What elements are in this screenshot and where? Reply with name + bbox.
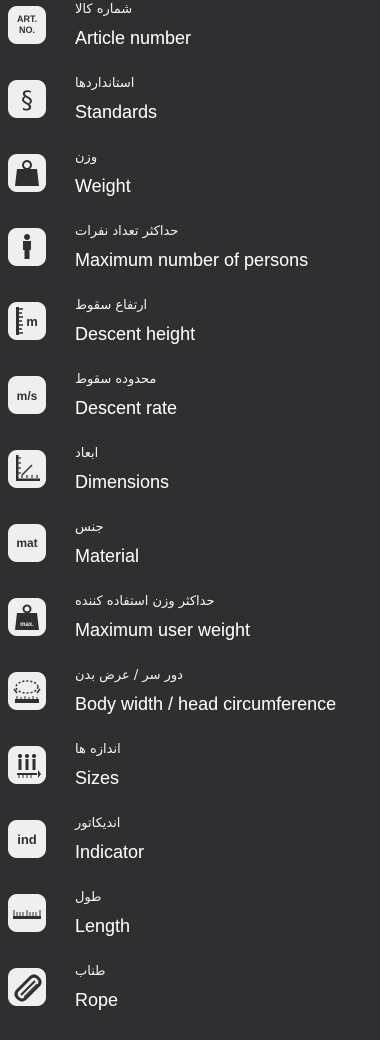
label-persian: اندیکاتور: [75, 816, 121, 831]
label-persian: حداکثر وزن استفاده کننده: [75, 594, 215, 609]
legend-item-weight: وزن Weight: [0, 148, 380, 222]
body-width-icon: [8, 672, 46, 710]
material-icon: mat: [8, 524, 46, 562]
label-persian: طناب: [75, 964, 106, 979]
label-persian: اندازه ها: [75, 742, 121, 757]
label-english: Length: [75, 916, 131, 936]
label-persian: ارتفاع سقوط: [75, 298, 148, 313]
label-persian: ابعاد: [75, 446, 99, 461]
label-english: Maximum user weight: [75, 620, 251, 640]
label-english: Indicator: [75, 842, 145, 862]
legend-item-article-number: ART. NO. شماره کالا Article number: [0, 0, 380, 74]
svg-text:NO.: NO.: [19, 25, 35, 35]
legend-item-material: mat جنس Material: [0, 518, 380, 592]
label-english: Maximum number of persons: [75, 250, 309, 270]
svg-text:ind: ind: [17, 832, 37, 847]
label-english: Body width / head circumference: [75, 694, 337, 714]
label-persian: حداکثر تعداد نفرات: [75, 224, 179, 239]
article-number-icon: ART. NO.: [8, 6, 46, 44]
label-persian: دور سر / عرض بدن: [75, 668, 183, 683]
sizes-icon: [8, 746, 46, 784]
legend-item-max-user-weight: max. حداکثر وزن استفاده کننده Maximum us…: [0, 592, 380, 666]
label-persian: طول: [75, 890, 102, 905]
label-english: Descent rate: [75, 398, 178, 418]
spec-legend-list: ART. NO. شماره کالا Article number § است…: [0, 0, 380, 1040]
label-persian: محدوده سقوط: [75, 372, 157, 387]
legend-item-rope: طناب Rope: [0, 962, 380, 1036]
label-english: Article number: [75, 28, 192, 48]
length-icon: [8, 894, 46, 932]
svg-text:max.: max.: [20, 622, 34, 628]
legend-item-sizes: اندازه ها Sizes: [0, 740, 380, 814]
legend-item-length: طول Length: [0, 888, 380, 962]
label-english: Descent height: [75, 324, 196, 344]
rope-icon: [8, 968, 46, 1006]
indicator-icon: ind: [8, 820, 46, 858]
svg-text:m/s: m/s: [17, 389, 38, 403]
label-persian: شماره کالا: [75, 2, 133, 17]
legend-item-indicator: ind اندیکاتور Indicator: [0, 814, 380, 888]
legend-item-descent-height: m ارتفاع سقوط Descent height: [0, 296, 380, 370]
max-user-weight-icon: max.: [8, 598, 46, 636]
person-icon: [8, 228, 46, 266]
label-persian: استانداردها: [75, 76, 135, 91]
label-english: Dimensions: [75, 472, 170, 492]
legend-item-dimensions: ابعاد Dimensions: [0, 444, 380, 518]
label-english: Rope: [75, 990, 119, 1010]
standards-icon: §: [8, 80, 46, 118]
label-persian: جنس: [75, 520, 104, 535]
svg-text:ART.: ART.: [17, 14, 37, 24]
legend-item-descent-rate: m/s محدوده سقوط Descent rate: [0, 370, 380, 444]
label-english: Weight: [75, 176, 131, 196]
legend-item-body-width: دور سر / عرض بدن Body width / head circu…: [0, 666, 380, 740]
legend-item-standards: § استانداردها Standards: [0, 74, 380, 148]
svg-text:§: §: [21, 86, 33, 114]
descent-rate-icon: m/s: [8, 376, 46, 414]
label-english: Material: [75, 546, 140, 566]
dimensions-icon: [8, 450, 46, 488]
descent-height-icon: m: [8, 302, 46, 340]
weight-icon: [8, 154, 46, 192]
label-persian: وزن: [75, 150, 98, 165]
label-english: Standards: [75, 102, 158, 122]
svg-text:m: m: [26, 314, 38, 329]
svg-text:mat: mat: [16, 536, 37, 550]
label-english: Sizes: [75, 768, 120, 788]
legend-item-max-persons: حداکثر تعداد نفرات Maximum number of per…: [0, 222, 380, 296]
